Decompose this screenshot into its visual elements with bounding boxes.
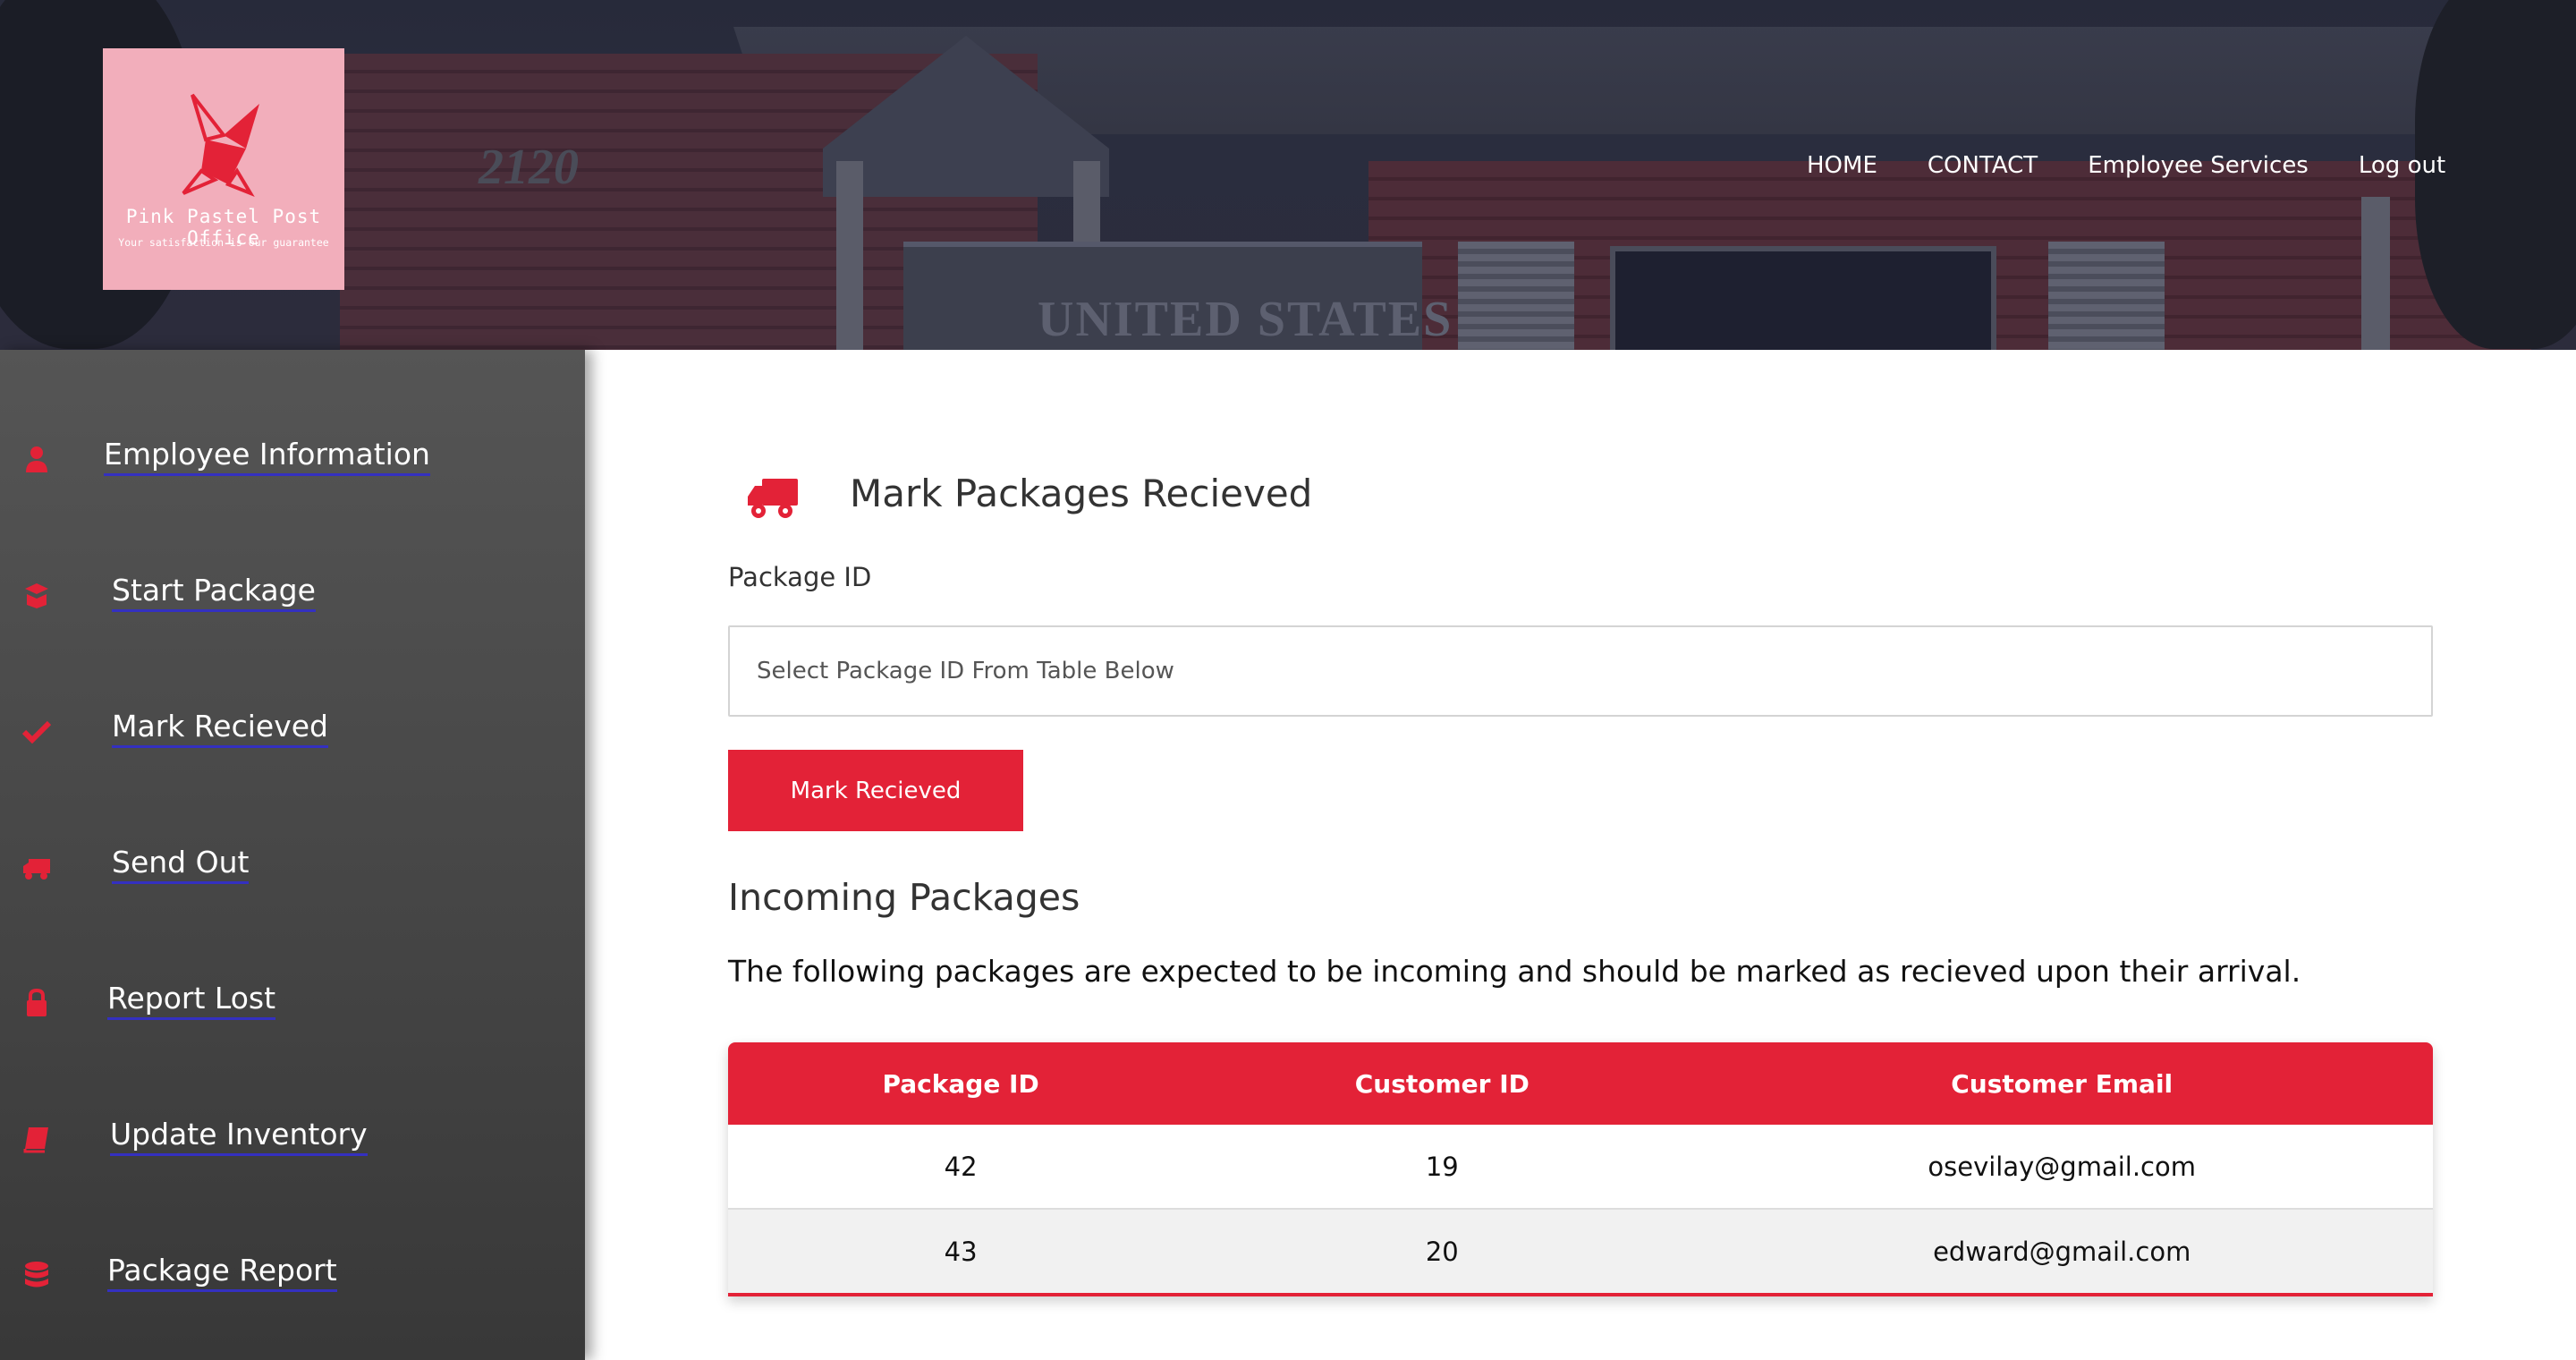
sign-text: UNITED STATES — [1038, 292, 1453, 347]
database-icon — [25, 1262, 48, 1288]
table-row[interactable]: 42 19 osevilay@gmail.com — [728, 1125, 2433, 1210]
sidebar-item-label: Start Package — [112, 573, 316, 612]
table-header-row: Package ID Customer ID Customer Email — [728, 1042, 2433, 1125]
mark-recieved-button[interactable]: Mark Recieved — [728, 750, 1023, 831]
incoming-packages-table: Package ID Customer ID Customer Email 42… — [728, 1042, 2433, 1296]
incoming-packages-title: Incoming Packages — [728, 876, 1080, 919]
package-id-input[interactable] — [728, 625, 2433, 717]
sidebar-item-send-out[interactable]: Send Out — [0, 839, 585, 893]
incoming-packages-description: The following packages are expected to b… — [728, 954, 2301, 989]
background-window — [1610, 246, 1996, 350]
background-post — [2361, 197, 2390, 350]
logo-tagline: Your satisfaction is our guarantee — [118, 236, 329, 249]
sidebar-item-mark-recieved[interactable]: Mark Recieved — [0, 703, 585, 757]
cell-package-id[interactable]: 43 — [728, 1209, 1193, 1293]
sidebar-item-label: Update Inventory — [110, 1117, 368, 1156]
top-nav: HOME CONTACT Employee Services Log out — [1807, 152, 2445, 179]
sidebar-item-package-report[interactable]: Package Report — [0, 1247, 585, 1301]
sidebar-item-start-package[interactable]: Start Package — [0, 567, 585, 621]
sidebar-item-label: Send Out — [112, 845, 250, 884]
lock-icon — [27, 988, 47, 1016]
truck-icon — [23, 859, 50, 880]
nav-employee-services[interactable]: Employee Services — [2088, 152, 2309, 179]
book-icon — [23, 1127, 48, 1153]
truck-icon — [748, 479, 798, 518]
column-header-customer-email[interactable]: Customer Email — [1690, 1042, 2433, 1125]
sidebar-item-label: Report Lost — [107, 981, 276, 1020]
bird-logo-icon — [182, 93, 259, 198]
sidebar-item-label: Employee Information — [104, 437, 430, 476]
logo[interactable]: Pink Pastel Post Office Your satisfactio… — [103, 48, 344, 290]
house-number: 2120 — [479, 140, 579, 195]
user-icon — [26, 446, 47, 472]
cell-package-id[interactable]: 42 — [728, 1125, 1194, 1210]
cell-customer-email: osevilay@gmail.com — [1690, 1125, 2433, 1210]
column-header-customer-id[interactable]: Customer ID — [1193, 1042, 1690, 1125]
check-icon — [21, 720, 52, 744]
package-id-label: Package ID — [728, 562, 872, 592]
nav-logout[interactable]: Log out — [2359, 152, 2445, 179]
page-title: Mark Packages Recieved — [850, 472, 1313, 515]
sidebar-item-report-lost[interactable]: Report Lost — [0, 975, 585, 1029]
main-content: Mark Packages Recieved Package ID Mark R… — [585, 350, 2576, 1360]
nav-home[interactable]: HOME — [1807, 152, 1877, 179]
cell-customer-id: 20 — [1425, 1236, 1459, 1267]
sidebar-item-label: Package Report — [107, 1253, 337, 1292]
sidebar: Employee Information Start Package Mark … — [0, 350, 585, 1360]
cell-customer-id: 19 — [1193, 1125, 1691, 1210]
header-banner: 2120 UNITED STATES Pink Pastel Post Offi… — [0, 0, 2576, 350]
background-shutter — [1458, 242, 1574, 350]
table-row[interactable]: 43 20 edward@gmail.com — [728, 1209, 2433, 1293]
sidebar-item-label: Mark Recieved — [112, 709, 329, 748]
sidebar-item-update-inventory[interactable]: Update Inventory — [0, 1111, 585, 1165]
background-post — [836, 161, 863, 350]
background-shutter — [2048, 242, 2165, 350]
cell-customer-email: edward@gmail.com — [1933, 1236, 2191, 1267]
column-header-package-id[interactable]: Package ID — [728, 1042, 1193, 1125]
nav-contact[interactable]: CONTACT — [1928, 152, 2038, 179]
box-open-icon — [25, 583, 48, 608]
sidebar-item-employee-information[interactable]: Employee Information — [0, 431, 585, 485]
